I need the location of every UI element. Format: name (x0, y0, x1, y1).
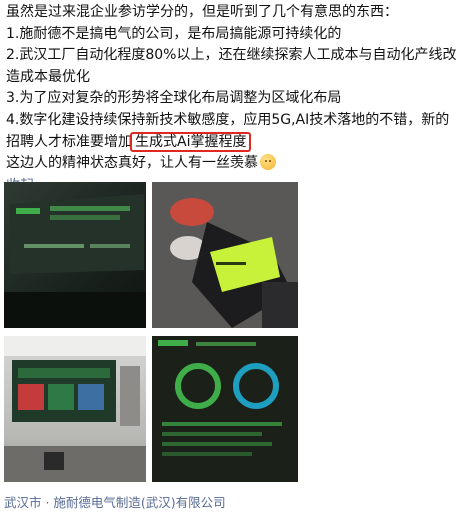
post-line-1: 虽然是过来混企业参访学分的，但是听到了几个有意思的东西： (6, 4, 398, 20)
photo-slide-charts[interactable] (152, 336, 298, 482)
photo-feet-with-badge[interactable] (152, 182, 298, 328)
post-body: 虽然是过来混企业参访学分的，但是听到了几个有意思的东西： 1.施耐德不是搞电气的… (6, 2, 458, 197)
sad-face-emoji-icon (260, 154, 276, 171)
post-line-5: 4.数字化建设持续保持新技术敏感度，应用5G,AI技术落地的不错，新的招聘人才标… (6, 110, 458, 153)
photo-presentation-screen[interactable] (4, 182, 146, 328)
location-link[interactable]: 武汉市 · 施耐德电气制造(武汉)有限公司 (4, 492, 226, 511)
photo-meeting-room[interactable] (4, 336, 146, 482)
post-line-4: 3.为了应对复杂的形势将全球化布局调整为区域化布局 (6, 90, 342, 107)
post-line-6-text: 这边人的精神状态真好，让人有一丝羡慕 (6, 155, 258, 172)
post-line-3: 2.武汉工厂自动化程度80%以上，还在继续探索人工成本与自动化产线改造成本最优化 (6, 47, 457, 85)
photo-presentation-screen-image (4, 194, 146, 328)
post-line-6: 这边人的精神状态真好，让人有一丝羡慕 (6, 153, 458, 175)
highlighted-phrase: 生成式Ai掌握程度 (130, 131, 252, 152)
post-line-2: 1.施耐德不是搞电气的公司，是布局搞能源可持续化的 (6, 25, 342, 42)
photo-meeting-room-image (4, 336, 146, 482)
photo-slide-charts-image (158, 340, 282, 456)
photo-feet-with-badge-image (152, 182, 298, 328)
